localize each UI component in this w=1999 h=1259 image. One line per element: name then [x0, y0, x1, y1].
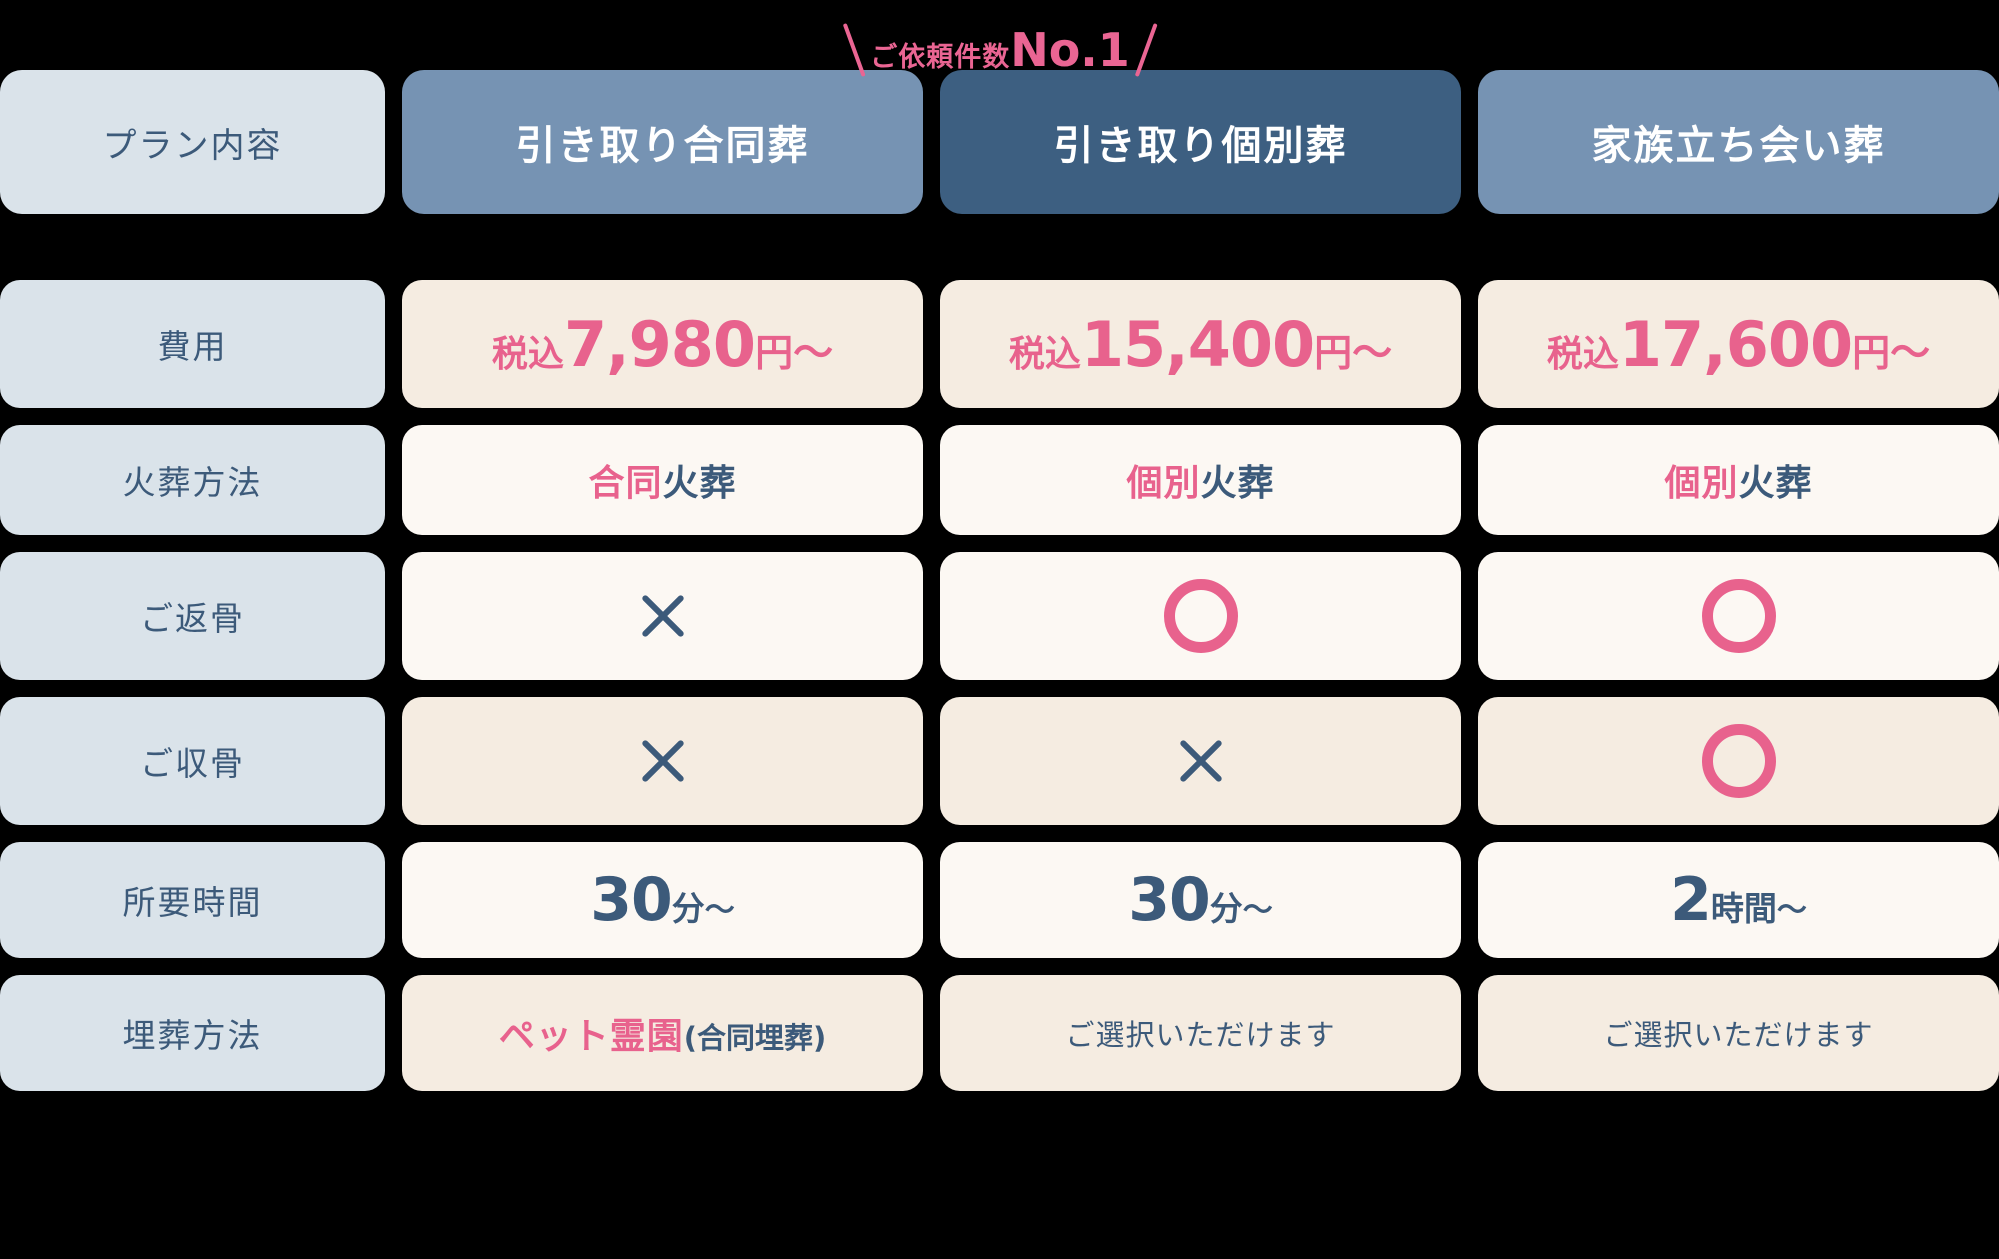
cell-duration-2: 2 時間 〜: [1478, 842, 1999, 958]
cell-return-2: [1478, 552, 1999, 680]
cell-collect-2: [1478, 697, 1999, 825]
circle-mark-icon: [1701, 724, 1776, 798]
cremation-word: 火葬: [662, 463, 737, 504]
burial-value-1: ご選択いただけます: [1065, 1018, 1336, 1052]
cremation-type: 個別: [1126, 463, 1201, 504]
header-plan-1[interactable]: 引き取り個別葬: [940, 70, 1461, 214]
burial-place: ペット霊園: [498, 1016, 684, 1057]
price-yen-unit: 円: [1852, 330, 1891, 375]
cell-cremation-2: 個別 火葬: [1478, 425, 1999, 535]
cremation-value-1: 個別 火葬: [1126, 454, 1274, 506]
burial-value-2: ご選択いただけます: [1603, 1018, 1874, 1052]
price-value-2: 税込 17,600 円 〜: [1547, 308, 1930, 381]
duration-value-0: 30 分 〜: [590, 865, 735, 935]
cross-mark-icon: [635, 733, 691, 789]
cell-cremation-0: 合同 火葬: [402, 425, 923, 535]
cremation-word: 火葬: [1200, 463, 1275, 504]
row-label-return-remains: ご返骨: [0, 552, 385, 680]
cell-return-0: [402, 552, 923, 680]
row-label-duration: 所要時間: [0, 842, 385, 958]
duration-unit: 時間: [1710, 889, 1777, 928]
burial-value-0: ペット霊園 (合同埋葬): [499, 1007, 827, 1059]
badge-label: ご依頼件数: [870, 42, 1011, 73]
cross-mark-icon: [635, 588, 691, 644]
cremation-value-0: 合同 火葬: [588, 454, 736, 506]
plan-comparison-table: ご依頼件数 No.1 プラン内容 引き取り合同葬 引き取り個別葬 家族立ち会い葬…: [0, 0, 1999, 1259]
price-amount: 7,980: [563, 307, 756, 381]
duration-value-1: 30 分 〜: [1128, 865, 1273, 935]
price-tax-prefix: 税込: [1546, 333, 1619, 375]
cell-burial-1: ご選択いただけます: [940, 975, 1461, 1091]
header-plan-0[interactable]: 引き取り合同葬: [402, 70, 923, 214]
duration-number: 2: [1670, 865, 1712, 935]
price-value-0: 税込 7,980 円 〜: [492, 308, 833, 381]
badge-rank: No.1: [1010, 23, 1130, 77]
circle-mark-icon: [1701, 579, 1776, 653]
duration-unit: 分: [671, 889, 705, 928]
price-tax-prefix: 税込: [491, 333, 564, 375]
duration-value-2: 2 時間 〜: [1670, 865, 1807, 935]
cell-return-1: [940, 552, 1461, 680]
price-tax-prefix: 税込: [1008, 333, 1081, 375]
comparison-grid: プラン内容 引き取り合同葬 引き取り個別葬 家族立ち会い葬 費用 税込 7,98…: [0, 70, 1999, 1091]
badge-text: ご依頼件数 No.1: [870, 23, 1130, 77]
burial-note: (合同埋葬): [683, 1021, 827, 1055]
cell-price-0: 税込 7,980 円 〜: [402, 280, 923, 408]
cremation-type: 合同: [588, 463, 663, 504]
cell-duration-0: 30 分 〜: [402, 842, 923, 958]
cell-collect-0: [402, 697, 923, 825]
badge-slash-right-icon: [1134, 23, 1158, 77]
cell-duration-1: 30 分 〜: [940, 842, 1461, 958]
ranking-badge: ご依頼件数 No.1: [842, 22, 1158, 78]
row-label-collect-remains: ご収骨: [0, 697, 385, 825]
circle-mark-icon: [1163, 579, 1238, 653]
cell-burial-0: ペット霊園 (合同埋葬): [402, 975, 923, 1091]
duration-unit: 分: [1209, 889, 1243, 928]
header-label-plan-content: プラン内容: [0, 70, 385, 214]
price-amount: 15,400: [1080, 307, 1315, 381]
price-tilde: 〜: [1352, 329, 1393, 376]
row-label-price: 費用: [0, 280, 385, 408]
price-yen-unit: 円: [755, 330, 794, 375]
cell-cremation-1: 個別 火葬: [940, 425, 1461, 535]
price-yen-unit: 円: [1314, 330, 1353, 375]
cremation-value-2: 個別 火葬: [1664, 454, 1812, 506]
cell-price-2: 税込 17,600 円 〜: [1478, 280, 1999, 408]
row-label-burial-method: 埋葬方法: [0, 975, 385, 1091]
duration-number: 30: [1128, 865, 1210, 935]
cell-burial-2: ご選択いただけます: [1478, 975, 1999, 1091]
row-label-cremation-method: 火葬方法: [0, 425, 385, 535]
duration-tilde: 〜: [1776, 893, 1807, 928]
price-amount: 17,600: [1618, 307, 1853, 381]
duration-number: 30: [590, 865, 672, 935]
header-spacer: [0, 231, 1999, 263]
cross-mark-icon: [1173, 733, 1229, 789]
price-tilde: 〜: [1890, 329, 1931, 376]
cremation-type: 個別: [1664, 463, 1739, 504]
cell-price-1: 税込 15,400 円 〜: [940, 280, 1461, 408]
price-tilde: 〜: [793, 329, 834, 376]
header-plan-2[interactable]: 家族立ち会い葬: [1478, 70, 1999, 214]
duration-tilde: 〜: [704, 893, 735, 928]
duration-tilde: 〜: [1242, 893, 1273, 928]
cremation-word: 火葬: [1738, 463, 1813, 504]
price-value-1: 税込 15,400 円 〜: [1009, 308, 1392, 381]
badge-slash-left-icon: [842, 23, 866, 77]
cell-collect-1: [940, 697, 1461, 825]
